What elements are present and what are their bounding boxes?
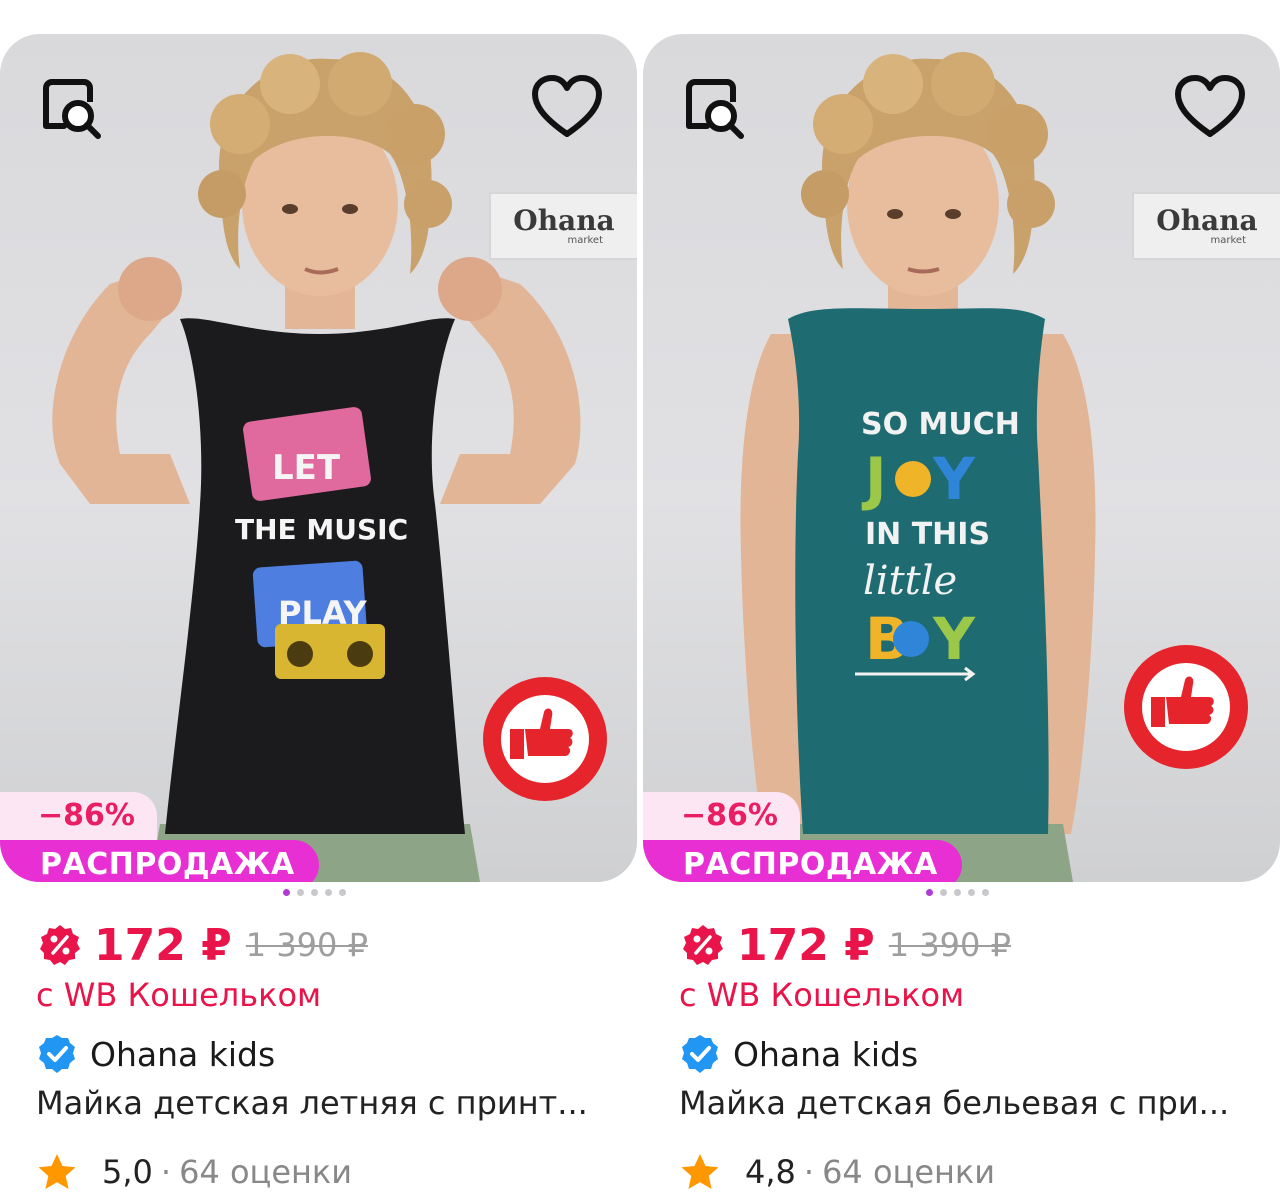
brand-tag-name: Ohana — [513, 203, 615, 237]
pagination-dot — [954, 889, 961, 896]
pagination-dot — [325, 889, 332, 896]
current-price: 172 ₽ — [94, 919, 232, 971]
svg-text:Y: Y — [932, 605, 976, 673]
pagination-dot-active — [283, 889, 290, 896]
review-count: 64 оценки — [822, 1153, 996, 1191]
seller-name: Ohana kids — [733, 1034, 919, 1074]
star-icon — [38, 1154, 76, 1189]
rating-row[interactable]: 5,0 · 64 оценки — [36, 1150, 352, 1194]
wallet-note: с WB Кошельком — [679, 976, 965, 1014]
rating-separator: · — [160, 1153, 172, 1191]
svg-text:THE MUSIC: THE MUSIC — [235, 513, 408, 546]
star-icon — [681, 1154, 719, 1189]
pagination-dot — [940, 889, 947, 896]
brand-tag-sub: market — [567, 234, 604, 246]
rating-row[interactable]: 4,8 · 64 оценки — [679, 1150, 995, 1194]
brand-label-tag: Ohana market — [1132, 192, 1280, 260]
seller-row[interactable]: Ohana kids — [36, 1032, 275, 1076]
product-grid: LET THE MUSIC PLAY Ohana market −86% РАС… — [0, 0, 1280, 1203]
pagination-dot — [968, 889, 975, 896]
product-card[interactable]: SO MUCH J Y IN THIS little B Y Ohana mar… — [643, 34, 1280, 1203]
sale-badge: РАСПРОДАЖА — [0, 840, 319, 882]
product-title[interactable]: Майка детская бельевая с при... — [679, 1084, 1269, 1122]
review-count: 64 оценки — [179, 1153, 353, 1191]
product-title[interactable]: Майка детская летняя с принт... — [36, 1084, 626, 1122]
rating-separator: · — [803, 1153, 815, 1191]
heart-outline-icon[interactable] — [1170, 68, 1250, 148]
pagination-dot — [339, 889, 346, 896]
image-search-icon[interactable] — [673, 68, 753, 148]
product-photo[interactable]: LET THE MUSIC PLAY Ohana market −86% РАС… — [0, 34, 637, 882]
current-price: 172 ₽ — [737, 919, 875, 971]
svg-text:SO MUCH: SO MUCH — [861, 407, 1020, 442]
svg-text:J: J — [861, 445, 887, 513]
seller-name: Ohana kids — [90, 1034, 276, 1074]
svg-text:IN THIS: IN THIS — [865, 517, 990, 552]
svg-text:Y: Y — [932, 445, 976, 513]
discount-badge: −86% — [643, 792, 800, 840]
seller-row[interactable]: Ohana kids — [679, 1032, 918, 1076]
discount-badge: −86% — [0, 792, 157, 840]
product-photo[interactable]: SO MUCH J Y IN THIS little B Y Ohana mar… — [643, 34, 1280, 882]
photo-pagination — [926, 889, 989, 896]
wallet-note: с WB Кошельком — [36, 976, 322, 1014]
brand-tag-sub: market — [1210, 234, 1247, 246]
old-price: 1 390 ₽ — [888, 926, 1011, 964]
image-search-icon[interactable] — [30, 68, 110, 148]
percent-badge-icon — [40, 925, 80, 965]
svg-text:little: little — [863, 558, 957, 604]
pagination-dot-active — [926, 889, 933, 896]
verified-check-icon — [39, 1035, 75, 1073]
price-row: 172 ₽ 1 390 ₽ — [38, 918, 368, 972]
rating-score: 5,0 — [102, 1153, 153, 1191]
brand-no1-stamp-icon — [1124, 645, 1248, 769]
svg-text:LET: LET — [272, 448, 341, 488]
pagination-dot — [982, 889, 989, 896]
brand-tag-name: Ohana — [1156, 203, 1258, 237]
photo-pagination — [283, 889, 346, 896]
heart-outline-icon[interactable] — [527, 68, 607, 148]
price-row: 172 ₽ 1 390 ₽ — [681, 918, 1011, 972]
brand-no1-stamp-icon — [483, 677, 607, 801]
percent-badge-icon — [683, 925, 723, 965]
old-price: 1 390 ₽ — [245, 926, 368, 964]
sale-badge: РАСПРОДАЖА — [643, 840, 962, 882]
rating-score: 4,8 — [745, 1153, 796, 1191]
pagination-dot — [311, 889, 318, 896]
verified-check-icon — [682, 1035, 718, 1073]
brand-label-tag: Ohana market — [489, 192, 637, 260]
product-card[interactable]: LET THE MUSIC PLAY Ohana market −86% РАС… — [0, 34, 637, 1203]
pagination-dot — [297, 889, 304, 896]
